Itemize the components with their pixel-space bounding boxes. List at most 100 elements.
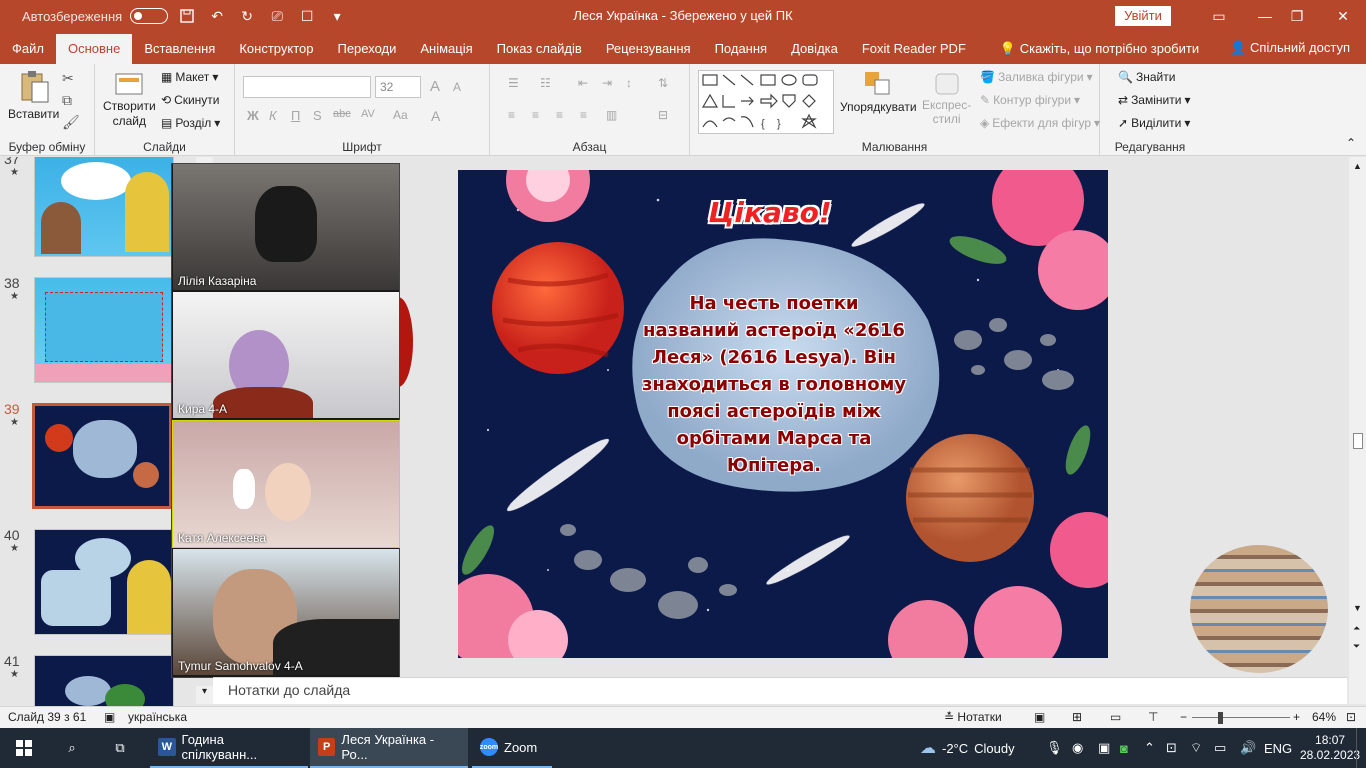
volume-icon[interactable]: 🔊 <box>1240 728 1256 768</box>
change-case-button[interactable]: Aa <box>393 108 408 122</box>
video-tile[interactable]: Кира 4-А <box>173 292 399 418</box>
video-tile[interactable]: Катя Алексеева <box>172 420 400 548</box>
tell-me-search[interactable]: 💡 Скажіть, що потрібно зробити <box>988 34 1211 64</box>
fit-slide-icon[interactable]: ⊡ <box>1346 710 1356 724</box>
slide-thumbnail-39[interactable] <box>32 403 172 509</box>
tab-slideshow[interactable]: Показ слайдів <box>485 34 594 64</box>
scroll-thumb[interactable] <box>1353 433 1363 449</box>
start-button[interactable] <box>4 728 44 768</box>
find-button[interactable]: 🔍 Знайти <box>1118 70 1175 84</box>
collapse-ribbon-icon[interactable]: ⌃ <box>1346 136 1356 150</box>
format-painter-icon[interactable]: 🖌 <box>62 114 80 131</box>
char-spacing-button[interactable]: AV <box>361 108 375 120</box>
tab-help[interactable]: Довідка <box>779 34 850 64</box>
slide-thumbnail-41[interactable] <box>34 655 174 706</box>
shape-effects-button[interactable]: ◈ Ефекти для фігур ▾ <box>980 116 1100 130</box>
video-tile[interactable]: Лілія Казаріна <box>173 164 399 290</box>
tab-view[interactable]: Подання <box>703 34 780 64</box>
tab-review[interactable]: Рецензування <box>594 34 703 64</box>
shape-fill-button[interactable]: 🪣 Заливка фігури ▾ <box>980 70 1093 84</box>
share-button[interactable]: 👤 Спільний доступ <box>1230 32 1350 64</box>
tab-transitions[interactable]: Переходи <box>325 34 408 64</box>
replace-button[interactable]: ⇄ Замінити ▾ <box>1118 93 1190 107</box>
text-direction-icon[interactable]: ⇅ <box>658 76 668 90</box>
previous-slide-icon[interactable]: ⏶ <box>1353 623 1360 634</box>
language-indicator[interactable]: українська <box>128 710 187 724</box>
clock[interactable]: 18:07 28.02.2023 <box>1300 728 1360 768</box>
zoom-slider-thumb[interactable] <box>1218 712 1223 724</box>
numbering-icon[interactable]: ☷ <box>540 76 551 90</box>
touch-mode-icon[interactable]: ☐ <box>296 5 318 27</box>
section-button[interactable]: ▤ Розділ ▾ <box>161 116 220 130</box>
show-desktop-button[interactable] <box>1356 728 1366 768</box>
font-name-field[interactable] <box>243 76 371 98</box>
slide-sorter-icon[interactable]: ⊞ <box>1072 710 1082 724</box>
zoom-slider[interactable] <box>1192 717 1290 718</box>
zoom-out-icon[interactable]: − <box>1180 710 1187 724</box>
paste-button[interactable]: Вставити <box>8 70 59 121</box>
copy-icon[interactable]: ⧉ <box>62 92 72 109</box>
arrange-button[interactable]: Упорядкувати <box>840 70 917 114</box>
sign-in-button[interactable]: Увійти <box>1115 6 1171 26</box>
ribbon-display-options-icon[interactable]: ▭ <box>1196 0 1242 32</box>
scroll-down-icon[interactable]: ▼ <box>1353 603 1362 613</box>
notes-pane[interactable]: Нотатки до слайда <box>213 677 1347 704</box>
scroll-up-icon[interactable]: ▲ <box>1353 161 1362 171</box>
spellcheck-icon[interactable]: ▣ <box>104 710 115 724</box>
taskbar-app-powerpoint[interactable]: P Леся Українка - Ро... <box>310 728 468 768</box>
italic-button[interactable]: К <box>269 108 277 123</box>
tab-insert[interactable]: Вставлення <box>132 34 227 64</box>
slide-thumbnail-37[interactable] <box>34 157 174 257</box>
layout-button[interactable]: ▦ Макет ▾ <box>161 70 218 84</box>
input-language[interactable]: ENG <box>1264 728 1292 768</box>
columns-icon[interactable]: ▥ <box>606 108 617 122</box>
slide-scrollbar[interactable]: ▲ ▼ ⏶ ⏷ <box>1349 157 1366 704</box>
jupiter-image[interactable] <box>1190 545 1328 673</box>
slide-title[interactable]: Цікаво! <box>700 196 840 229</box>
new-slide-button[interactable]: Створити слайд <box>103 70 156 128</box>
taskbar-app-word[interactable]: W Година спілкуванн... <box>150 728 308 768</box>
display-icon[interactable]: ▭ <box>1214 728 1226 768</box>
shapes-gallery[interactable]: {} <box>698 70 834 134</box>
tab-home[interactable]: Основне <box>55 34 133 64</box>
show-hidden-icons[interactable]: ⌃ <box>1144 728 1155 768</box>
slide-body-text[interactable]: На честь поетки названий астероїд «2616 … <box>640 290 908 479</box>
bullets-icon[interactable]: ☰ <box>508 76 519 90</box>
zoom-tray-icon[interactable]: ◉ <box>1072 728 1083 768</box>
align-left-icon[interactable]: ≡ <box>508 108 515 122</box>
align-right-icon[interactable]: ≡ <box>556 108 563 122</box>
video-tile[interactable]: Tymur Samohvalov 4-A <box>173 549 399 675</box>
bold-button[interactable]: Ж <box>247 108 259 123</box>
normal-view-icon[interactable]: ▣ <box>1034 710 1045 724</box>
increase-indent-icon[interactable]: ⇥ <box>602 76 612 90</box>
underline-button[interactable]: П <box>291 108 300 123</box>
save-icon[interactable] <box>176 5 198 27</box>
zoom-video-panel[interactable]: Лілія Казаріна Кира 4-А Катя Алексеева T… <box>171 163 400 678</box>
line-spacing-icon[interactable]: ↕ <box>626 76 632 90</box>
tab-design[interactable]: Конструктор <box>227 34 325 64</box>
decrease-indent-icon[interactable]: ⇤ <box>578 76 588 90</box>
shadow-button[interactable]: S <box>313 108 322 123</box>
microphone-icon[interactable]: 🎙 <box>1046 728 1063 768</box>
notes-toggle[interactable]: ≛ Нотатки <box>944 710 1002 724</box>
tab-foxit[interactable]: Foxit Reader PDF <box>850 34 978 64</box>
shrink-font-icon[interactable]: A <box>453 80 461 94</box>
tab-file[interactable]: Файл <box>0 34 56 64</box>
zoom-level[interactable]: 64% <box>1312 710 1336 724</box>
slideshow-icon[interactable]: ⊤ <box>1148 710 1158 724</box>
reset-button[interactable]: ⟲ Скинути <box>161 93 220 107</box>
strikethrough-button[interactable]: abc <box>333 108 351 120</box>
font-size-field[interactable]: 32 <box>375 76 421 98</box>
redo-icon[interactable]: ↻ <box>236 5 258 27</box>
select-button[interactable]: ➚ Виділити ▾ <box>1118 116 1190 130</box>
tray-green-icon[interactable]: ◙ <box>1120 728 1128 768</box>
undo-icon[interactable]: ↶ <box>206 5 228 27</box>
zoom-in-icon[interactable]: + <box>1293 710 1300 724</box>
customize-qat-icon[interactable]: ▾ <box>326 5 348 27</box>
font-color-button[interactable]: A <box>431 108 440 124</box>
reading-view-icon[interactable]: ▭ <box>1110 710 1121 724</box>
align-text-icon[interactable]: ⊟ <box>658 108 668 122</box>
app-tray-icon[interactable]: ▣ <box>1098 728 1110 768</box>
present-from-beginning-icon[interactable]: ⎚ <box>266 5 288 27</box>
tab-animations[interactable]: Анімація <box>408 34 484 64</box>
